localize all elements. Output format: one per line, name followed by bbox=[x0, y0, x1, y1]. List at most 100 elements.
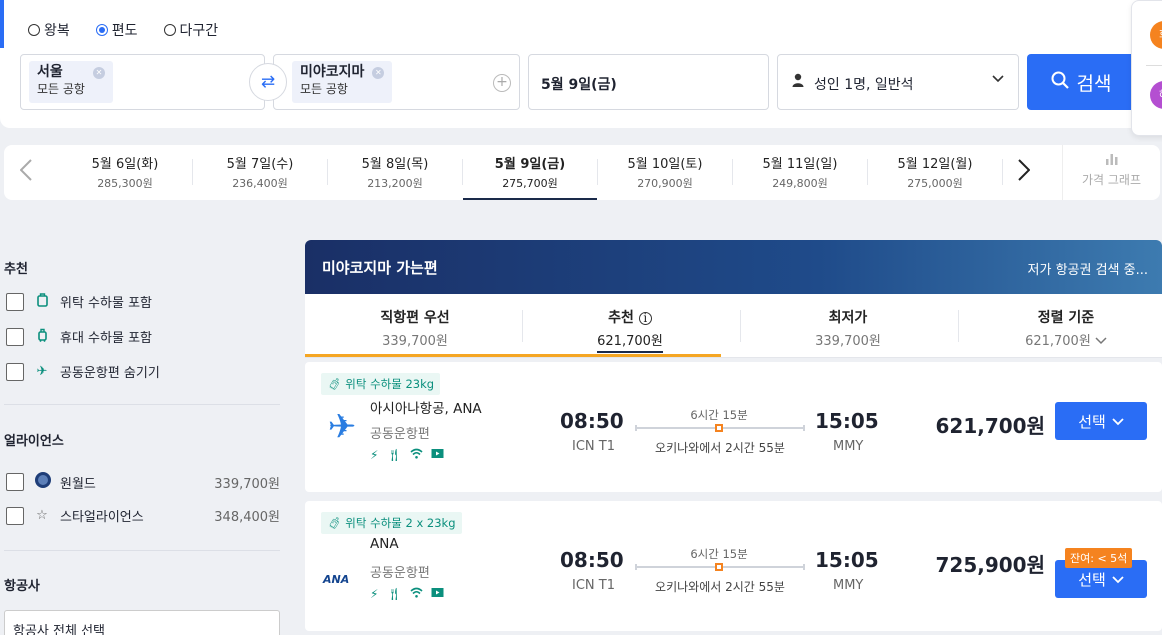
passenger-field[interactable]: 성인 1명, 일반석 bbox=[777, 54, 1019, 110]
date-option[interactable]: 5월 6일(화) 285,300원 bbox=[58, 145, 192, 200]
alliance-filter-title: 얼라이언스 bbox=[4, 434, 64, 449]
amenities: ⚡ 🍴︎ bbox=[370, 587, 444, 601]
sort-by-dropdown[interactable]: 정렬 기준 621,700원 bbox=[959, 294, 1162, 358]
wifi-icon bbox=[410, 587, 423, 601]
banner-title: 미야코지마 가는편 bbox=[322, 259, 438, 277]
checkbox[interactable] bbox=[6, 506, 24, 525]
airline-select-all[interactable]: 항공사 전체 선택 bbox=[4, 610, 280, 635]
divider bbox=[1002, 159, 1003, 185]
swap-icon: ⇄ bbox=[260, 72, 276, 92]
origin-airport: 모든 공항 bbox=[37, 82, 85, 96]
airline-filter-title: 항공사 bbox=[4, 579, 40, 594]
origin-city: 서울 bbox=[37, 64, 63, 80]
departure-time: 08:50 bbox=[560, 409, 624, 433]
oneworld-logo-icon bbox=[34, 471, 51, 493]
checkbox[interactable] bbox=[6, 327, 24, 346]
select-button[interactable]: 선택 bbox=[1055, 402, 1147, 440]
plane-icon: ✈ bbox=[36, 364, 48, 379]
arrival-time: 15:05 bbox=[815, 409, 879, 433]
radio-icon bbox=[95, 24, 108, 36]
search-label: 검색 bbox=[1076, 72, 1112, 95]
sort-direct-first[interactable]: 직항편 우선 339,700원 bbox=[308, 294, 522, 358]
search-panel: 왕복 편도 다구간 서울 모든 공항 ✕ ⇄ 미야코지마 모든 공항 ✕ + 5… bbox=[0, 0, 1162, 128]
next-dates-icon[interactable] bbox=[1018, 159, 1031, 187]
date-option[interactable]: 5월 11일(일) 249,800원 bbox=[733, 145, 867, 200]
asiana-logo-icon: ✈ bbox=[327, 407, 357, 447]
origin-field[interactable]: 서울 모든 공항 ✕ bbox=[20, 54, 265, 110]
destination-airport: 모든 공항 bbox=[300, 82, 348, 96]
date-option[interactable]: 5월 12일(월) 275,000원 bbox=[868, 145, 1002, 200]
side-panel: 회 혜 bbox=[1131, 0, 1162, 136]
date-option-selected[interactable]: 5월 9일(금) 275,700원 bbox=[463, 145, 597, 200]
power-icon: ⚡ bbox=[370, 587, 379, 601]
flight-duration: 6시간 15분 bbox=[690, 547, 748, 561]
info-icon[interactable]: i bbox=[638, 312, 652, 325]
avatar[interactable]: 혜 bbox=[1150, 81, 1162, 109]
date-option[interactable]: 5월 8일(목) 213,200원 bbox=[328, 145, 462, 200]
chevron-down-icon bbox=[1112, 570, 1124, 588]
destination-chip: 미야코지마 모든 공항 ✕ bbox=[292, 61, 393, 103]
remove-origin-icon[interactable]: ✕ bbox=[92, 67, 105, 79]
date-option[interactable]: 5월 10일(토) 270,900원 bbox=[598, 145, 732, 200]
codeshare-label: 공동운항편 bbox=[370, 427, 430, 442]
baggage-badge: 🧳︎ 위탁 수하물 2 x 23kg bbox=[321, 512, 462, 534]
filter-hide-codeshare[interactable]: ✈ 공동운항편 숨기기 bbox=[6, 362, 280, 381]
bar-chart-icon bbox=[1063, 151, 1160, 169]
filter-oneworld[interactable]: 원월드 339,700원 bbox=[6, 471, 280, 493]
divider bbox=[4, 550, 280, 551]
filter-checked-bag[interactable]: 위탁 수하물 포함 bbox=[6, 292, 280, 311]
amenities: ⚡ 🍴︎ bbox=[370, 448, 444, 462]
passenger-value: 성인 1명, 일반석 bbox=[814, 77, 914, 93]
price-graph-button[interactable]: 가격 그래프 bbox=[1062, 145, 1160, 200]
flight-price: 621,700원 bbox=[935, 414, 1046, 438]
divider bbox=[4, 404, 280, 405]
airline-name: 아시아나항공, ANA bbox=[370, 401, 482, 417]
origin-chip: 서울 모든 공항 ✕ bbox=[29, 61, 113, 103]
stopover-marker bbox=[715, 563, 723, 571]
swap-button[interactable]: ⇄ bbox=[249, 63, 287, 101]
chevron-down-icon bbox=[1095, 334, 1107, 349]
date-value: 5월 9일(금) bbox=[541, 77, 617, 93]
accent-strip bbox=[0, 0, 4, 48]
checkbox[interactable] bbox=[6, 362, 24, 381]
arrival-airport: MMY bbox=[833, 578, 864, 593]
checked-bag-icon bbox=[34, 292, 50, 311]
power-icon: ⚡ bbox=[370, 448, 379, 462]
arrival-airport: MMY bbox=[833, 439, 864, 454]
search-button[interactable]: 검색 bbox=[1027, 54, 1135, 110]
filter-carry-on[interactable]: 휴대 수하물 포함 bbox=[6, 327, 280, 346]
remove-destination-icon[interactable]: ✕ bbox=[372, 67, 385, 79]
date-option[interactable]: 5월 7일(수) 236,400원 bbox=[193, 145, 327, 200]
checkbox[interactable] bbox=[6, 292, 24, 311]
flight-price: 725,900원 bbox=[935, 553, 1046, 577]
departure-airport: ICN T1 bbox=[572, 578, 615, 593]
entertainment-icon bbox=[431, 587, 444, 601]
previous-dates-icon[interactable] bbox=[19, 159, 32, 187]
route-line bbox=[635, 424, 805, 432]
avatar[interactable]: 회 bbox=[1150, 21, 1162, 49]
sort-recommended[interactable]: 추천 i 621,700원 bbox=[523, 294, 737, 358]
sort-cheapest[interactable]: 최저가 339,700원 bbox=[741, 294, 955, 358]
add-destination-icon[interactable]: + bbox=[493, 74, 511, 92]
recommend-filter-title: 추천 bbox=[4, 262, 28, 277]
codeshare-label: 공동운항편 bbox=[370, 566, 430, 581]
destination-city: 미야코지마 bbox=[300, 64, 365, 80]
checkbox[interactable] bbox=[6, 473, 24, 491]
divider bbox=[1146, 65, 1162, 66]
flight-result-card[interactable]: 🧳︎ 위탁 수하물 23kg ✈ 아시아나항공, ANA 공동운항편 ⚡ 🍴︎ … bbox=[305, 362, 1162, 492]
wifi-icon bbox=[410, 448, 423, 462]
ana-logo-icon: ANA bbox=[323, 573, 350, 586]
price-graph-label: 가격 그래프 bbox=[1081, 173, 1141, 187]
trip-type-multicity[interactable]: 다구간 bbox=[163, 20, 218, 40]
trip-type-oneway[interactable]: 편도 bbox=[95, 20, 138, 40]
destination-field[interactable]: 미야코지마 모든 공항 ✕ + bbox=[273, 54, 520, 110]
route-line bbox=[635, 563, 805, 571]
seats-left-badge: 잔여: < 5석 bbox=[1065, 548, 1133, 568]
flight-result-card[interactable]: 🧳︎ 위탁 수하물 2 x 23kg ANA ANA 공동운항편 ⚡ 🍴︎ 08… bbox=[305, 501, 1162, 631]
sort-active-indicator bbox=[305, 354, 721, 357]
date-field[interactable]: 5월 9일(금) bbox=[528, 54, 769, 110]
chevron-down-icon bbox=[1112, 412, 1124, 430]
chevron-down-icon bbox=[992, 71, 1004, 87]
filter-star-alliance[interactable]: ☆ 스타얼라이언스 348,400원 bbox=[6, 506, 280, 525]
trip-type-roundtrip[interactable]: 왕복 bbox=[28, 20, 70, 40]
